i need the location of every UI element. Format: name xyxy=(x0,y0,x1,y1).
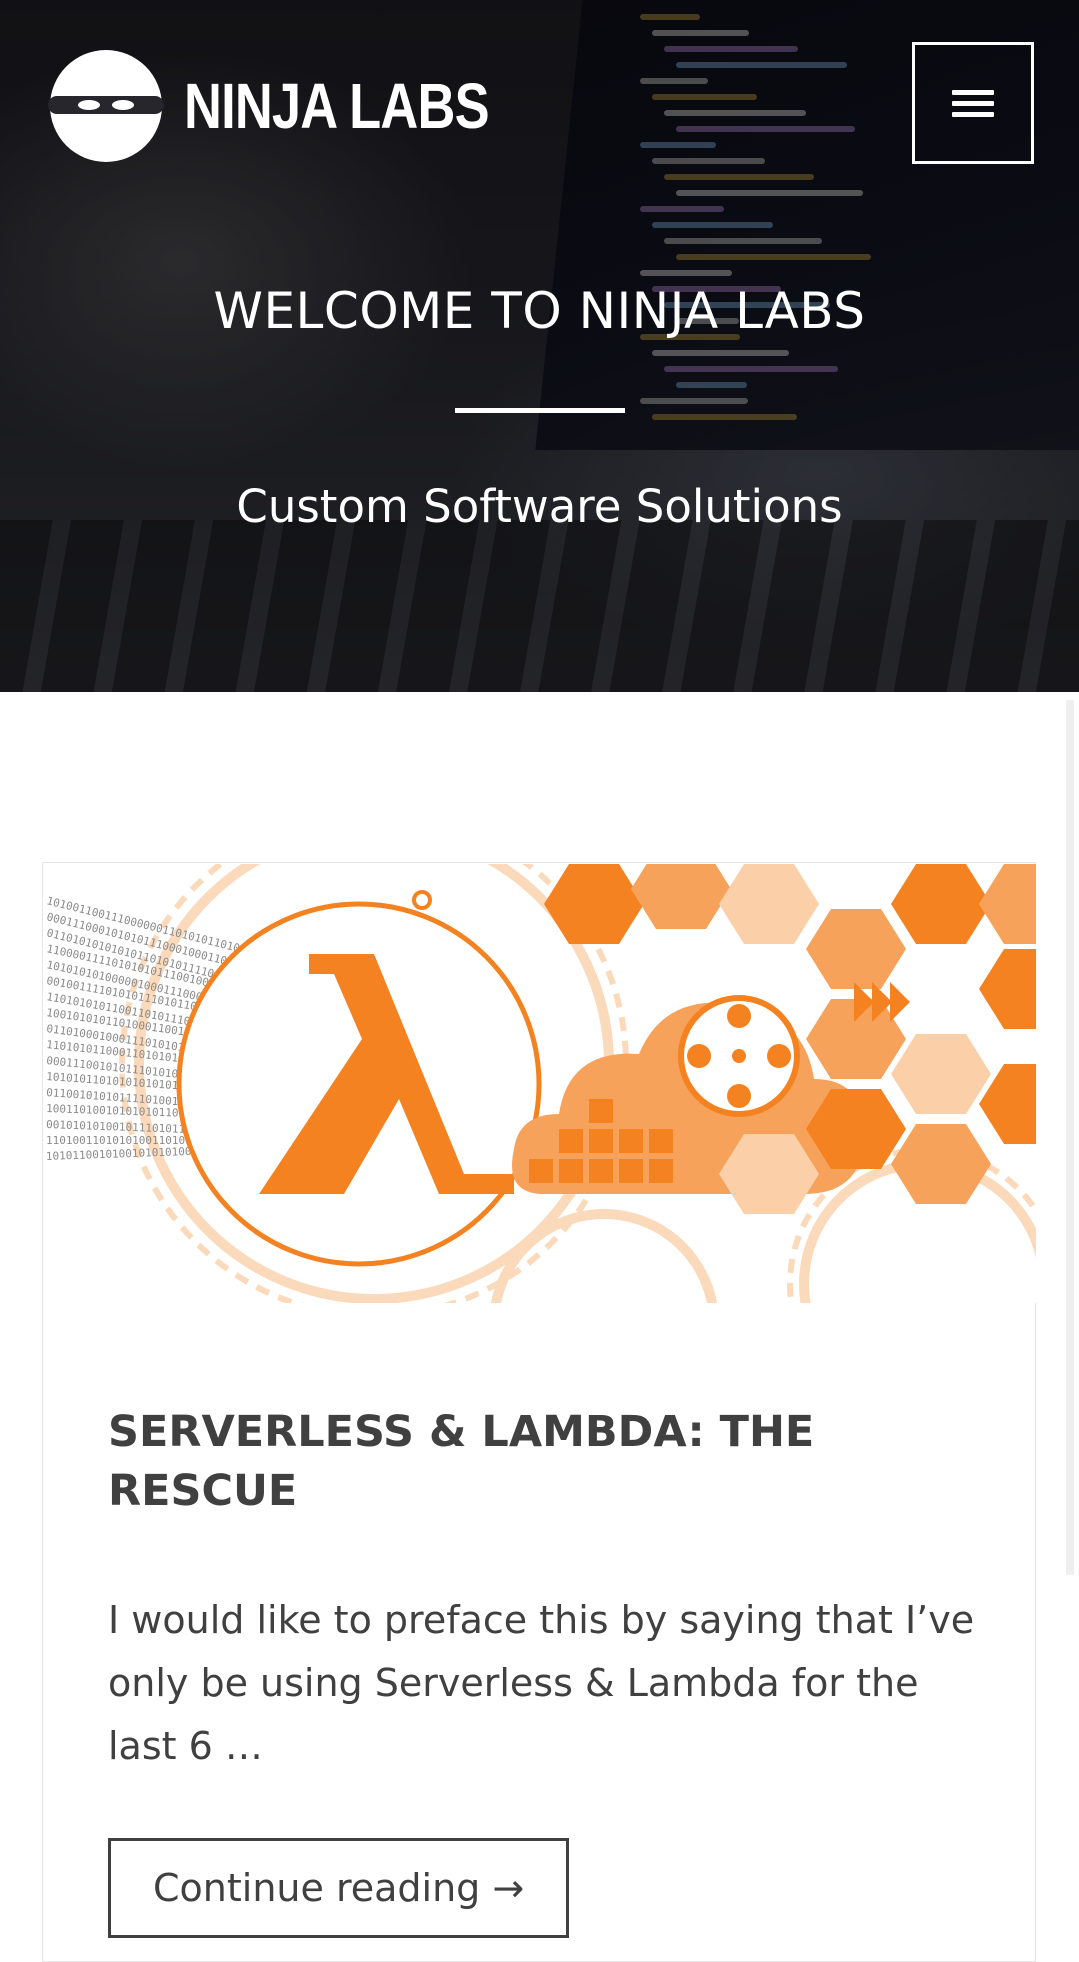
menu-toggle-button[interactable] xyxy=(912,42,1034,164)
hero-banner: NINJA LABS WELCOME TO NINJA LABS Custom … xyxy=(0,0,1079,692)
scrollbar-thumb[interactable] xyxy=(1066,700,1074,1575)
post-title[interactable]: SERVERLESS & LAMBDA: THE RESCUE xyxy=(108,1403,928,1521)
aws-lambda-illustration-icon: 1010011001110000001101010110100110011100… xyxy=(45,864,1036,1303)
continue-reading-button[interactable]: Continue reading → xyxy=(108,1838,570,1938)
hamburger-menu-icon xyxy=(952,84,994,123)
ninja-logo-icon xyxy=(48,50,164,162)
site-logo[interactable]: NINJA LABS xyxy=(48,50,556,162)
post-featured-image[interactable]: 1010011001110000001101010110100110011100… xyxy=(44,864,1036,1303)
hero-title: WELCOME TO NINJA LABS xyxy=(213,282,866,340)
post-excerpt: I would like to preface this by saying t… xyxy=(108,1598,975,1768)
hero-divider xyxy=(455,408,625,413)
post-card: 1010011001110000001101010110100110011100… xyxy=(42,862,1036,1962)
hero-subtitle: Custom Software Solutions xyxy=(236,480,843,533)
logo-text: NINJA LABS xyxy=(184,70,490,142)
